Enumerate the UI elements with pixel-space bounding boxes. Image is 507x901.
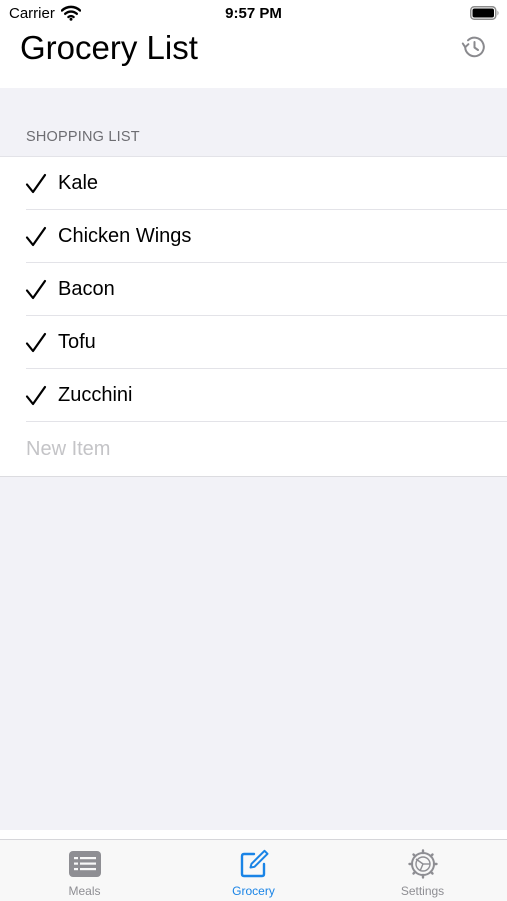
tab-grocery[interactable]: Grocery <box>169 840 338 901</box>
list-item[interactable]: Zucchini <box>0 369 507 422</box>
new-item-row <box>0 422 507 476</box>
list-item[interactable]: Bacon <box>0 263 507 316</box>
tab-bar: Meals Grocery Settings <box>0 839 507 901</box>
tab-grocery-label: Grocery <box>232 884 275 898</box>
tab-settings-label: Settings <box>400 884 445 898</box>
checkmark-icon <box>25 173 47 194</box>
checkmark-icon <box>25 279 47 300</box>
checkmark-icon <box>25 226 47 247</box>
list-item-label: Zucchini <box>58 384 133 406</box>
list-item-label: Bacon <box>58 278 115 300</box>
status-bar: Carrier 9:57 PM <box>0 0 507 28</box>
list-item[interactable]: Chicken Wings <box>0 210 507 263</box>
history-clock-icon[interactable] <box>460 33 488 61</box>
list-item-label: Tofu <box>58 331 96 353</box>
battery-icon <box>470 6 499 20</box>
status-time: 9:57 PM <box>225 5 282 22</box>
page-title: Grocery List <box>20 29 198 66</box>
tab-meals-label: Meals <box>68 884 101 898</box>
compose-icon <box>240 849 268 878</box>
list-item[interactable]: Kale <box>0 157 507 210</box>
tab-settings[interactable]: Settings <box>338 840 507 901</box>
checkmark-icon <box>25 385 47 406</box>
gear-icon <box>407 849 438 879</box>
list-item-label: Chicken Wings <box>58 225 192 247</box>
section-header: SHOPPING LIST <box>26 129 140 145</box>
navigation-bar: Grocery List <box>0 28 507 88</box>
checkmark-icon <box>25 332 47 353</box>
shopping-list: Kale Chicken Wings Bacon Tofu Zucchini <box>0 156 507 477</box>
list-item-label: Kale <box>58 172 99 194</box>
list-item[interactable]: Tofu <box>0 316 507 369</box>
new-item-input[interactable] <box>24 434 488 464</box>
tab-meals[interactable]: Meals <box>0 840 169 901</box>
meals-list-icon <box>68 851 101 877</box>
